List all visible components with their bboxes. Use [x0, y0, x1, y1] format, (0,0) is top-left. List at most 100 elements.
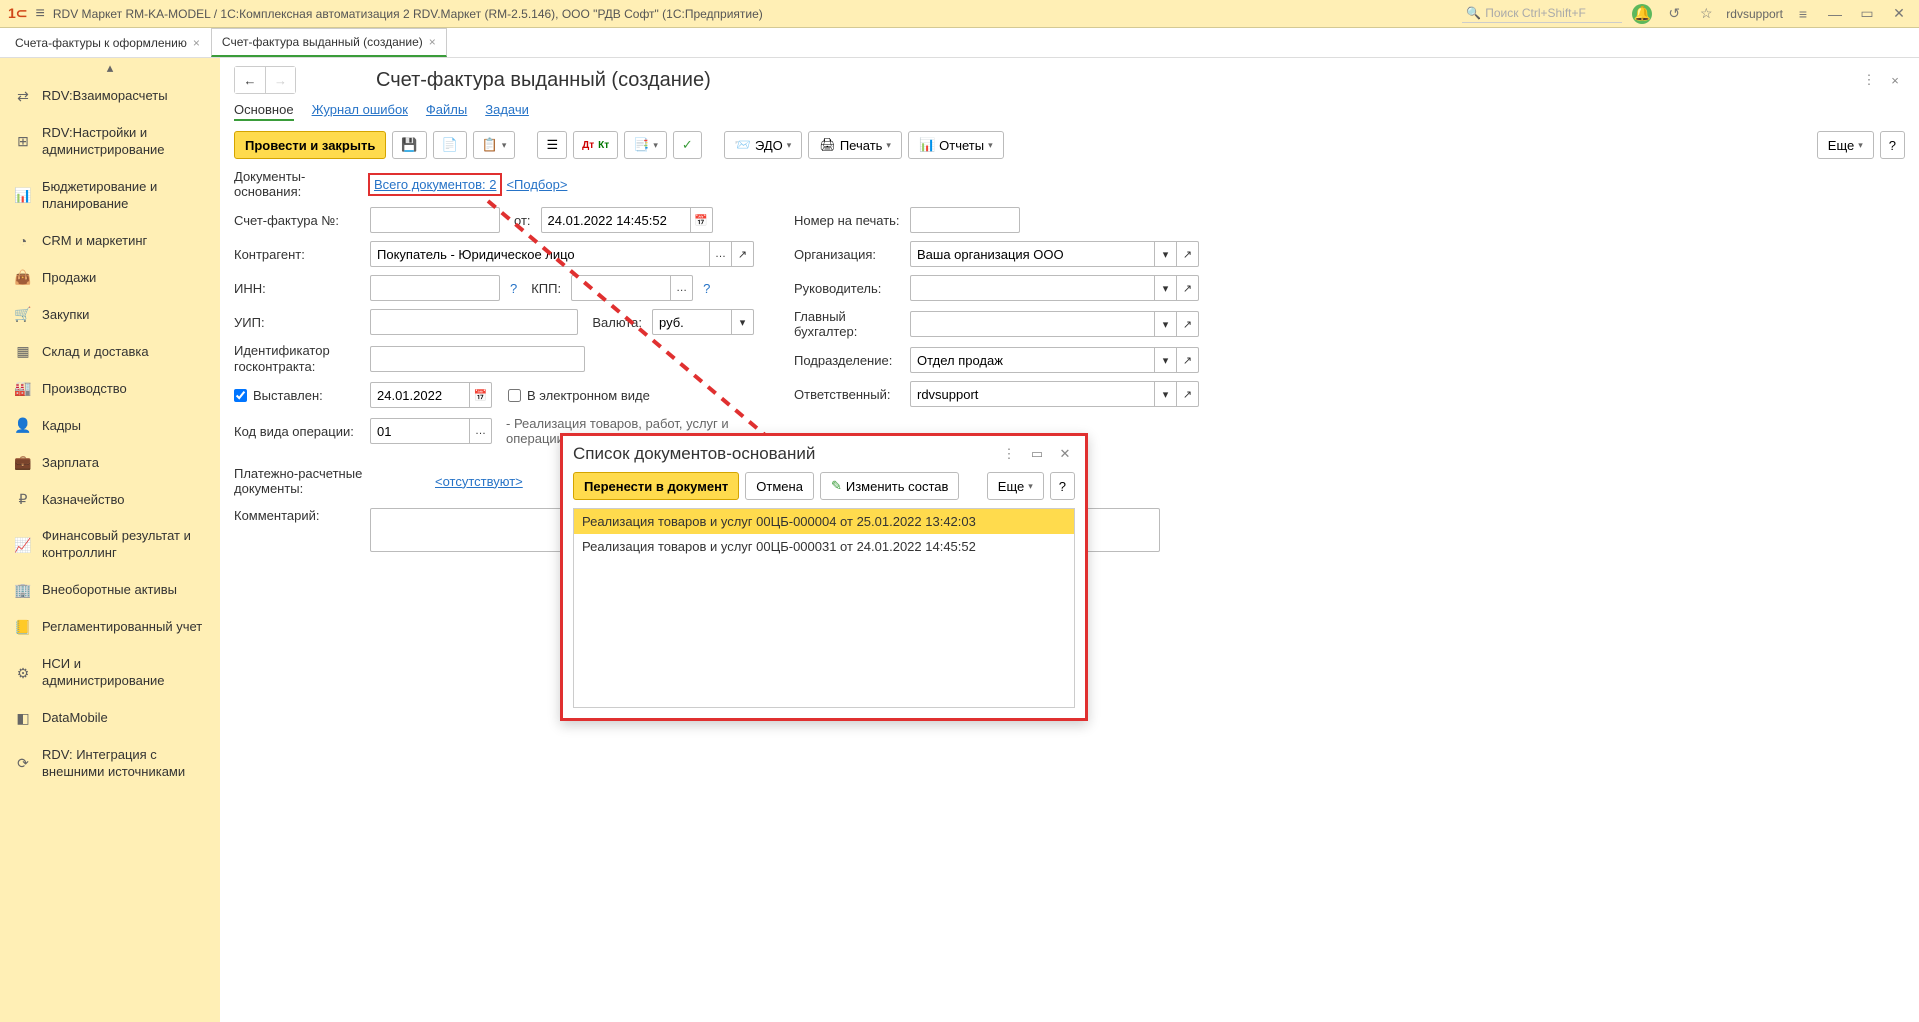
cancel-button[interactable]: Отмена	[745, 472, 814, 500]
submit-close-button[interactable]: Провести и закрыть	[234, 131, 386, 159]
dropdown-icon[interactable]: ▾	[1155, 275, 1177, 301]
user-label[interactable]: rdvsupport	[1726, 7, 1783, 21]
search-input[interactable]: 🔍 Поиск Ctrl+Shift+F	[1462, 4, 1622, 23]
open-icon[interactable]: ↗	[1177, 275, 1199, 301]
kebab-icon[interactable]: ⋮	[999, 444, 1019, 464]
sidebar-item-hr[interactable]: 👤Кадры	[0, 407, 220, 444]
help-icon[interactable]: ?	[703, 281, 710, 296]
subnav-tasks[interactable]: Задачи	[485, 102, 529, 121]
pay-docs-link[interactable]: <отсутствуют>	[435, 474, 523, 489]
tab-invoice-create[interactable]: Счет-фактура выданный (создание) ×	[211, 28, 447, 57]
post-button[interactable]: 📄	[433, 131, 467, 159]
calendar-icon[interactable]: 📅	[470, 382, 492, 408]
calendar-icon[interactable]: 📅	[691, 207, 713, 233]
save-button[interactable]: 💾	[392, 131, 426, 159]
maximize-icon[interactable]: ▭	[1855, 2, 1879, 26]
head-input[interactable]	[910, 275, 1155, 301]
sidebar-scroll-up[interactable]: ▴	[0, 58, 220, 78]
open-icon[interactable]: ↗	[1177, 241, 1199, 267]
sidebar-item-rdv-settings[interactable]: ⊞RDV:Настройки и администрирование	[0, 115, 220, 169]
subnav-main[interactable]: Основное	[234, 102, 294, 121]
print-no-input[interactable]	[910, 207, 1020, 233]
date-input[interactable]	[541, 207, 691, 233]
history-icon[interactable]: ↺	[1662, 2, 1686, 26]
dropdown-icon[interactable]: ▾	[1155, 347, 1177, 373]
structure-button[interactable]: ☰	[537, 131, 567, 159]
star-icon[interactable]: ☆	[1694, 2, 1718, 26]
back-button[interactable]: ←	[235, 67, 265, 93]
dropdown-icon[interactable]: ▾	[1155, 311, 1177, 337]
minimize-icon[interactable]: —	[1823, 2, 1847, 26]
op-code-input[interactable]	[370, 418, 470, 444]
sidebar-item-rdv-settlements[interactable]: ⇄RDV:Взаиморасчеты	[0, 78, 220, 115]
sidebar-item-finance[interactable]: 📈Финансовый результат и контроллинг	[0, 518, 220, 572]
maximize-icon[interactable]: ▭	[1027, 444, 1047, 464]
org-input[interactable]	[910, 241, 1155, 267]
dropdown-icon[interactable]: ▾	[1155, 241, 1177, 267]
popup-help-button[interactable]: ?	[1050, 472, 1075, 500]
sidebar-item-sales[interactable]: 👜Продажи	[0, 259, 220, 296]
help-button[interactable]: ?	[1880, 131, 1905, 159]
popup-more-button[interactable]: Еще ▾	[987, 472, 1044, 500]
sf-no-input[interactable]	[370, 207, 500, 233]
select-icon[interactable]: …	[470, 418, 492, 444]
close-page-icon[interactable]: ×	[1885, 70, 1905, 90]
sidebar-item-datamobile[interactable]: ◧DataMobile	[0, 700, 220, 737]
responsible-input[interactable]	[910, 381, 1155, 407]
sidebar-item-budgeting[interactable]: 📊Бюджетирование и планирование	[0, 169, 220, 223]
dropdown-icon[interactable]: ▾	[732, 309, 754, 335]
transfer-button[interactable]: Перенести в документ	[573, 472, 739, 500]
print-button[interactable]: 🖨 Печать ▾	[808, 131, 902, 159]
settings-icon[interactable]: ≡	[1791, 2, 1815, 26]
close-icon[interactable]: ×	[429, 35, 436, 49]
tab-invoices-to-issue[interactable]: Счета-фактуры к оформлению ×	[4, 29, 211, 57]
reports-button[interactable]: 📊 Отчеты ▾	[908, 131, 1004, 159]
contract-id-input[interactable]	[370, 346, 585, 372]
electronic-checkbox[interactable]	[508, 389, 521, 402]
subnav-files[interactable]: Файлы	[426, 102, 467, 121]
open-icon[interactable]: ↗	[732, 241, 754, 267]
dt-kt-button[interactable]: ДтКт	[573, 131, 618, 159]
notifications-icon[interactable]: 🔔	[1630, 2, 1654, 26]
uip-input[interactable]	[370, 309, 578, 335]
more-button[interactable]: Еще ▾	[1817, 131, 1874, 159]
forward-button[interactable]: →	[265, 67, 295, 93]
edit-composition-button[interactable]: ✎ Изменить состав	[820, 472, 959, 500]
kebab-icon[interactable]: ⋮	[1859, 70, 1879, 90]
open-icon[interactable]: ↗	[1177, 381, 1199, 407]
kpp-input[interactable]	[571, 275, 671, 301]
sidebar-item-payroll[interactable]: 💼Зарплата	[0, 444, 220, 481]
basis-docs-list[interactable]: Реализация товаров и услуг 00ЦБ-000004 о…	[573, 508, 1075, 708]
dropdown-icon[interactable]: ▾	[1155, 381, 1177, 407]
edo-button[interactable]: 📨 ЭДО ▾	[724, 131, 803, 159]
menu-icon[interactable]: ≡	[36, 5, 45, 23]
sidebar-item-regulated[interactable]: 📒Регламентированный учет	[0, 609, 220, 646]
close-icon[interactable]: ✕	[1055, 444, 1075, 464]
help-icon[interactable]: ?	[510, 281, 517, 296]
check-button[interactable]: ✓	[673, 131, 702, 159]
close-window-icon[interactable]: ✕	[1887, 2, 1911, 26]
copy-button[interactable]: 📑▾	[624, 131, 667, 159]
basis-select-link[interactable]: <Подбор>	[506, 177, 567, 192]
currency-input[interactable]	[652, 309, 732, 335]
subnav-errors[interactable]: Журнал ошибок	[312, 102, 408, 121]
dept-input[interactable]	[910, 347, 1155, 373]
open-icon[interactable]: ↗	[1177, 311, 1199, 337]
list-item[interactable]: Реализация товаров и услуг 00ЦБ-000031 о…	[574, 534, 1074, 559]
inn-input[interactable]	[370, 275, 500, 301]
issued-date-input[interactable]	[370, 382, 470, 408]
select-icon[interactable]: …	[671, 275, 693, 301]
sidebar-item-crm[interactable]: ◔CRM и маркетинг	[0, 223, 220, 260]
sidebar-item-production[interactable]: 🏭Производство	[0, 370, 220, 407]
close-icon[interactable]: ×	[193, 36, 200, 50]
sidebar-item-purchases[interactable]: 🛒Закупки	[0, 296, 220, 333]
accountant-input[interactable]	[910, 311, 1155, 337]
sidebar-item-treasury[interactable]: ₽Казначейство	[0, 481, 220, 518]
issued-checkbox[interactable]	[234, 389, 247, 402]
sidebar-item-rdv-integration[interactable]: ⟳RDV: Интеграция с внешними источниками	[0, 737, 220, 791]
counterparty-input[interactable]	[370, 241, 710, 267]
create-based-button[interactable]: 📋▾	[473, 131, 516, 159]
list-item[interactable]: Реализация товаров и услуг 00ЦБ-000004 о…	[574, 509, 1074, 534]
sidebar-item-warehouse[interactable]: ▦Склад и доставка	[0, 333, 220, 370]
open-icon[interactable]: ↗	[1177, 347, 1199, 373]
